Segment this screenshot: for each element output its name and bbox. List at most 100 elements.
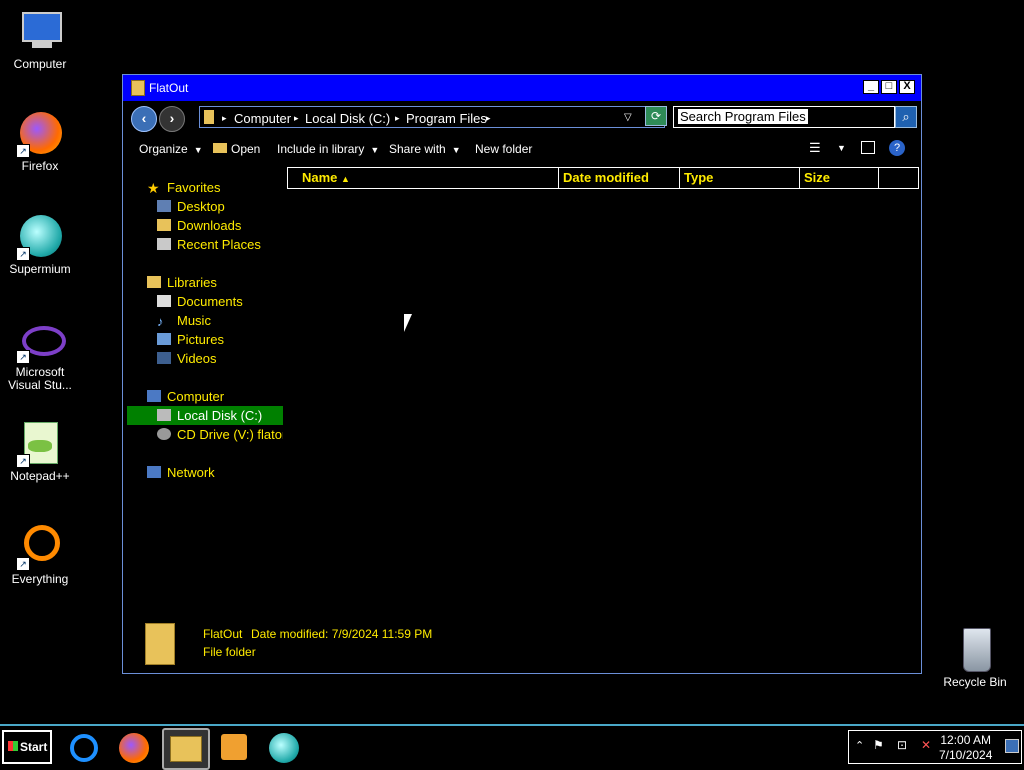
file-explorer-icon <box>170 736 202 762</box>
desktop-icon-label: Supermium <box>9 262 71 276</box>
mouse-cursor-icon <box>404 314 412 332</box>
sidebar-item-label: Music <box>177 313 211 328</box>
taskbar: Start ⌃ ⚑ ⊡ ✕ 12:00 AM 7/10/2024 <box>0 724 1024 770</box>
organize-label: Organize <box>139 142 188 156</box>
search-icon[interactable]: ⌕ <box>895 106 917 128</box>
address-bar[interactable]: ▸ Computer ▸ Local Disk (C:) ▸ Program F… <box>199 106 665 128</box>
breadcrumb-local-disk[interactable]: Local Disk (C:) <box>305 111 390 126</box>
desktop-icon-supermium[interactable]: ↗ Supermium <box>0 213 80 276</box>
desktop-icon-firefox[interactable]: ↗ Firefox <box>0 110 80 173</box>
history-dropdown-icon[interactable]: ▽ <box>624 112 632 123</box>
open-button[interactable]: Open <box>213 142 260 156</box>
sidebar-item-cd-drive[interactable]: CD Drive (V:) flator <box>157 425 283 444</box>
start-button[interactable]: Start <box>2 730 52 764</box>
show-desktop-icon[interactable] <box>1005 739 1019 753</box>
start-label: Start <box>20 740 48 754</box>
clock[interactable]: 12:00 AM 7/10/2024 <box>939 733 992 763</box>
column-header-date-modified[interactable]: Date modified <box>558 167 680 189</box>
search-input[interactable]: Search Program Files <box>673 106 895 128</box>
sidebar-item-documents[interactable]: Documents <box>157 292 243 311</box>
firefox-icon: ↗ <box>16 110 64 158</box>
include-in-library-button[interactable]: Include in library ▼ <box>277 142 379 156</box>
show-hidden-icons-icon[interactable]: ⌃ <box>855 739 864 752</box>
navigation-pane: ★ Favorites Desktop Downloads Recent Plac… <box>127 173 283 593</box>
sidebar-item-label: Pictures <box>177 332 224 347</box>
folder-icon <box>204 110 214 124</box>
sidebar-item-pictures[interactable]: Pictures <box>157 330 224 349</box>
sidebar-item-label: Downloads <box>177 218 242 233</box>
sidebar-item-local-disk[interactable]: Local Disk (C:) <box>127 406 283 425</box>
volume-muted-icon[interactable]: ✕ <box>921 738 931 752</box>
taskbar-file-explorer[interactable] <box>162 728 210 770</box>
sidebar-item-favorites[interactable]: ★ Favorites <box>147 178 220 197</box>
close-button[interactable]: X <box>899 80 915 94</box>
sidebar-item-label: Desktop <box>177 199 225 214</box>
new-folder-button[interactable]: New folder <box>475 142 532 156</box>
sidebar-item-label: CD Drive (V:) flator <box>177 427 283 442</box>
column-headers: Name ▲ Date modified Type Size <box>287 167 919 189</box>
desktop-icon-visual-studio[interactable]: ↗ Microsoft Visual Stu... <box>0 316 80 392</box>
taskbar-internet-explorer[interactable] <box>62 728 106 766</box>
sidebar-item-label: Local Disk (C:) <box>177 408 263 423</box>
desktop-icon-label: Recycle Bin <box>943 675 1007 689</box>
notepadpp-icon: ↗ <box>16 420 64 468</box>
view-options-icon[interactable]: ☰ <box>809 140 821 156</box>
column-header-name[interactable]: Name ▲ <box>287 167 559 189</box>
cd-drive-icon <box>157 428 171 440</box>
action-center-flag-icon[interactable]: ⚑ <box>873 738 884 752</box>
network-icon <box>147 466 161 478</box>
organize-button[interactable]: Organize ▼ <box>139 142 203 156</box>
minimize-button[interactable]: _ <box>863 80 879 94</box>
help-icon[interactable]: ? <box>889 140 905 156</box>
desktop-icon-computer[interactable]: Computer <box>0 8 80 71</box>
computer-icon <box>16 8 64 56</box>
music-icon: ♪ <box>157 314 164 329</box>
breadcrumb-program-files[interactable]: Program Files <box>406 111 487 126</box>
sidebar-item-libraries[interactable]: Libraries <box>147 273 217 292</box>
desktop-icon-label: Microsoft Visual Stu... <box>8 365 72 392</box>
windows-logo-icon <box>8 741 18 751</box>
sidebar-item-label: Videos <box>177 351 217 366</box>
sidebar-item-network[interactable]: Network <box>147 463 215 482</box>
share-with-label: Share with <box>389 142 446 156</box>
sidebar-item-label: Network <box>167 465 215 480</box>
sidebar-item-music[interactable]: ♪ Music <box>157 311 211 330</box>
sidebar-item-label: Computer <box>167 389 225 404</box>
chevron-right-icon: ▸ <box>294 113 299 123</box>
breadcrumb-computer[interactable]: Computer <box>234 111 291 126</box>
refresh-button[interactable]: ⟳ <box>645 106 667 126</box>
network-status-icon[interactable]: ⊡ <box>897 738 907 752</box>
taskbar-firefox[interactable] <box>112 728 156 766</box>
hard-drive-icon <box>157 409 171 421</box>
column-header-size[interactable]: Size <box>799 167 879 189</box>
recent-places-icon <box>157 238 171 250</box>
taskbar-supermium[interactable] <box>262 728 306 766</box>
column-header-type[interactable]: Type <box>679 167 800 189</box>
desktop-icon-notepadpp[interactable]: ↗ Notepad++ <box>0 420 80 483</box>
sidebar-item-videos[interactable]: Videos <box>157 349 217 368</box>
maximize-button[interactable]: □ <box>881 80 897 94</box>
command-bar: Organize ▼ Open Include in library ▼ Share… <box>123 137 921 161</box>
share-with-button[interactable]: Share with ▼ <box>389 142 461 156</box>
title-bar[interactable]: FlatOut _ □ X <box>123 75 921 101</box>
desktop-icon-recycle-bin[interactable]: Recycle Bin <box>935 626 1015 689</box>
sidebar-item-desktop[interactable]: Desktop <box>157 197 225 216</box>
chevron-down-icon[interactable]: ▼ <box>837 143 846 153</box>
search-input-value: Search Program Files <box>678 109 808 124</box>
sidebar-item-downloads[interactable]: Downloads <box>157 216 241 235</box>
column-header-empty[interactable] <box>878 167 919 189</box>
folder-icon <box>145 623 175 665</box>
chevron-down-icon: ▼ <box>370 145 380 155</box>
forward-button[interactable]: › <box>159 106 185 132</box>
details-date-modified: Date modified: 7/9/2024 11:59 PM <box>251 627 433 641</box>
taskbar-media-player[interactable] <box>212 728 256 766</box>
back-button[interactable]: ‹ <box>131 106 157 132</box>
desktop-icon-everything[interactable]: ↗ Everything <box>0 523 80 586</box>
sidebar-item-label: Documents <box>177 294 243 309</box>
preview-pane-icon[interactable] <box>861 141 875 154</box>
window-title: FlatOut <box>149 81 189 95</box>
explorer-window[interactable]: FlatOut _ □ X ‹ › ▸ Computer ▸ Local Dis… <box>122 74 922 674</box>
media-player-icon <box>221 734 247 760</box>
sidebar-item-recent-places[interactable]: Recent Places <box>157 235 261 254</box>
sidebar-item-computer[interactable]: Computer <box>147 387 224 406</box>
